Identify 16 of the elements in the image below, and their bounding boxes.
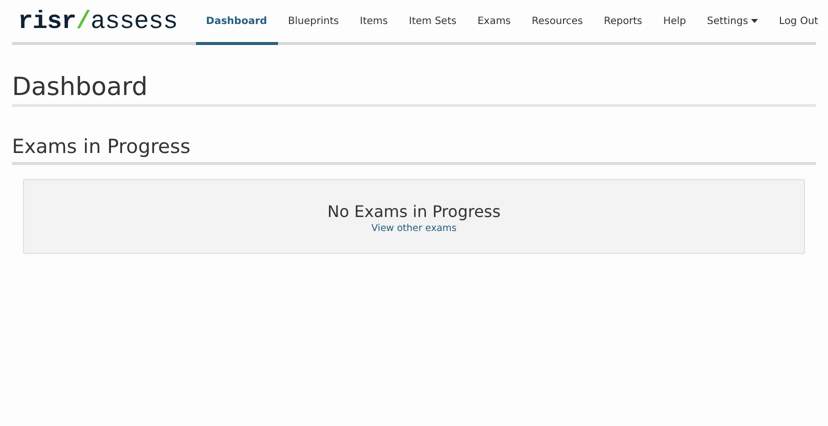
nav-dropdown[interactable]: Settings [696,0,769,45]
nav-tab[interactable]: Item Sets [398,0,467,45]
empty-message: No Exams in Progress [327,202,501,220]
nav-tab[interactable]: Items [349,0,398,45]
nav-tab[interactable]: Dashboard [196,0,278,45]
view-exams-link[interactable]: View other exams [371,222,457,234]
page-title: Dashboard [12,72,816,107]
nav-tab[interactable]: Help [652,0,697,45]
section-title: Exams in Progress [12,134,816,165]
nav-tab[interactable]: Exams [466,0,522,45]
logout-link[interactable]: Log Out [768,0,818,45]
caret-icon [751,19,758,23]
nav-tab[interactable]: Blueprints [278,0,350,45]
nav-tab[interactable]: Resources [521,0,594,45]
logo[interactable]: risr/assess [12,0,196,42]
nav-tab[interactable]: Reports [593,0,653,45]
